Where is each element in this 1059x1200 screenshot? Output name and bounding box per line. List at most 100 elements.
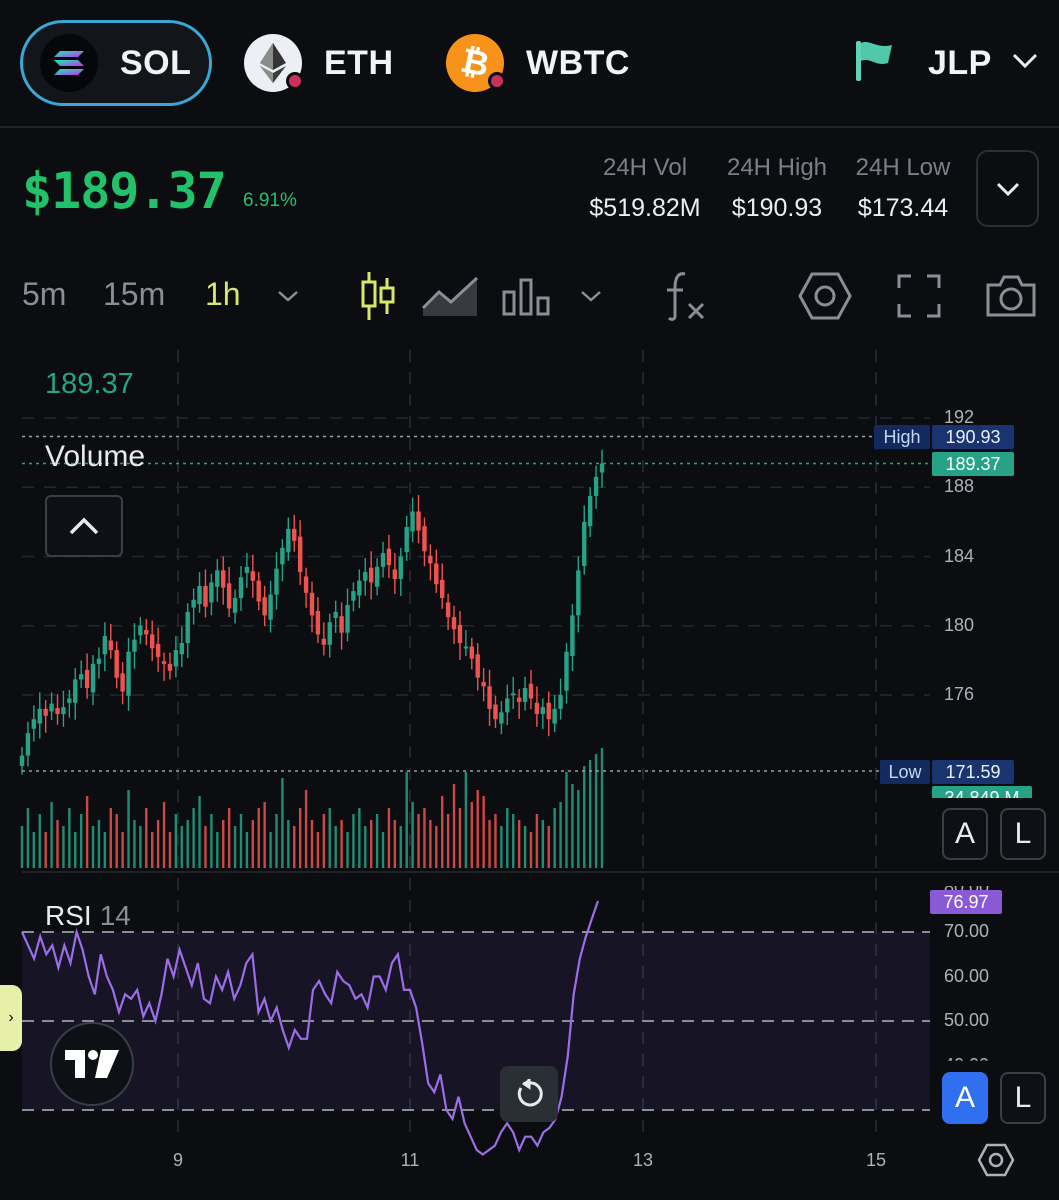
volume-bar [20,826,24,868]
rsi-pane [20,900,930,1156]
volume-bar [216,832,219,868]
volume-bar [233,826,237,868]
tab-sol[interactable]: SOL [20,20,212,106]
volume-bar [458,808,462,868]
candle-body [528,683,534,699]
candle-body [374,566,380,587]
candle-body [55,707,60,715]
volume-bar [482,796,485,868]
volume-bar [393,820,397,868]
candle-body [292,528,297,541]
volume-bar [535,814,539,868]
candle-body [238,577,244,599]
candle-body [558,695,563,709]
candle-body [564,651,569,691]
timeframe-1h[interactable]: 1h [205,276,241,313]
volume-bar [429,820,432,868]
volume-bar [121,832,124,868]
volume-bar [198,796,201,868]
candle-body [463,646,469,649]
candle-body [132,639,137,652]
price-tick-label: 184 [944,545,975,566]
legend-volume-label: Volume [45,440,146,473]
side-panel-handle[interactable]: › [0,985,22,1051]
price-log-scale-button[interactable]: L [1000,808,1046,860]
candle-body [386,548,392,566]
axis-settings-icon[interactable] [976,1140,1016,1180]
candle-body [475,654,480,678]
volume-bar [186,820,189,868]
fullscreen-icon[interactable] [896,268,942,324]
volume-bar [222,820,225,868]
volume-bar [541,820,545,868]
bitcoin-icon: ₿ [446,34,506,92]
current-price-tag: 189.37 [932,452,1014,476]
time-tick-label: 13 [632,1150,654,1170]
expand-stats-button[interactable] [976,150,1039,227]
tab-eth[interactable]: ETH [244,20,394,106]
candle-body [309,592,315,616]
candle-body [262,597,267,616]
volume-bar [600,748,604,868]
candle-body [61,707,66,715]
candle-body [493,704,498,720]
volume-bar [476,790,479,868]
price-auto-scale-button[interactable]: A [942,808,988,860]
candle-body [599,463,605,473]
candle-body [138,625,143,636]
volume-bar [488,820,491,868]
settings-hex-icon[interactable] [798,268,852,324]
volume-bar [381,832,385,868]
candle-body [469,646,474,659]
rsi-auto-scale-button[interactable]: A [942,1072,988,1124]
candle-body [280,547,285,565]
candle-body [422,526,427,552]
network-badge-icon [286,72,304,90]
volume-bar [523,826,527,868]
indicator-fx-icon[interactable] [662,268,708,324]
candle-body [297,536,303,573]
candle-body [215,570,220,587]
candle-body [380,553,386,567]
candle-body [203,585,208,607]
candle-body [416,511,421,531]
candle-body [593,476,599,496]
candle-body [303,576,309,593]
price-tick-label: 180 [944,614,975,635]
volume-bar [68,808,71,868]
stat-value: $173.44 [857,194,949,222]
volume-bar [162,802,166,868]
candle-body [96,658,102,664]
rsi-log-scale-button[interactable]: L [1000,1072,1046,1124]
volume-bar [506,808,509,868]
candle-body [31,719,37,729]
candle-body [451,617,457,630]
timeframe-15m[interactable]: 15m [103,276,165,313]
volume-bar [571,784,574,868]
pool-label: JLP [928,43,992,82]
candle-body [221,570,226,588]
candlestick-icon[interactable] [358,268,398,324]
volume-bar [310,820,314,868]
candle-body [191,599,196,608]
volume-bar [322,814,326,868]
candle-body [499,712,504,724]
pool-selector[interactable]: JLP [852,20,1038,106]
collapse-legend-button[interactable] [45,495,123,557]
timeframe-5m[interactable]: 5m [22,276,66,313]
volume-bar [417,814,420,868]
tradingview-logo-icon[interactable] [50,1022,134,1106]
volume-bar [293,826,296,868]
volume-bar [79,814,83,868]
legend-last-price: 189.37 [45,368,134,400]
timeframe-dropdown-icon[interactable] [275,268,301,324]
chart-type-dropdown-icon[interactable] [578,268,604,324]
candle-body [570,615,575,657]
high-value-tag: 190.93 [932,425,1014,449]
candle-body [120,673,125,692]
area-chart-icon[interactable] [420,268,480,324]
camera-icon[interactable] [984,268,1038,324]
bar-chart-icon[interactable] [500,268,552,324]
reset-view-button[interactable] [500,1066,558,1122]
tab-wbtc[interactable]: ₿ WBTC [446,20,630,106]
